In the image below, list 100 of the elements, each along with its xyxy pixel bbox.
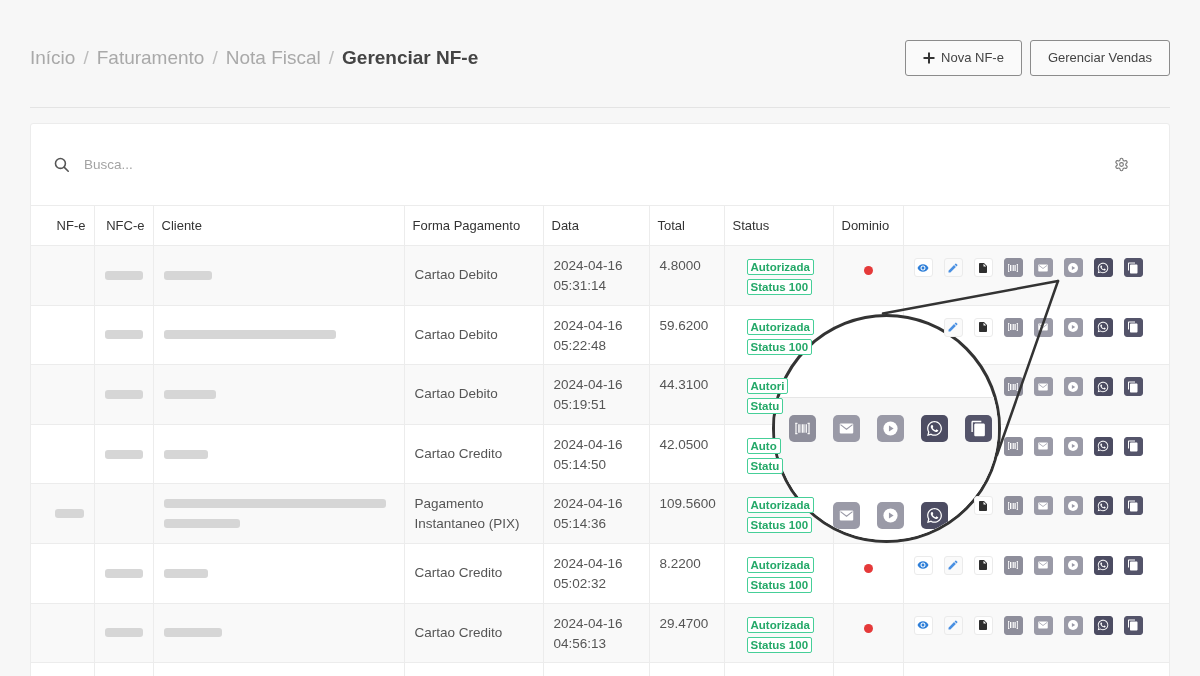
status-badge: Autori bbox=[746, 378, 789, 395]
search-icon bbox=[53, 156, 70, 173]
document-icon bbox=[977, 499, 989, 512]
column-header: Cliente bbox=[153, 205, 404, 246]
phone-bubble-icon bbox=[1097, 619, 1109, 632]
play-icon bbox=[1067, 440, 1079, 453]
play-button[interactable] bbox=[1063, 555, 1083, 575]
view-button[interactable] bbox=[913, 258, 933, 277]
table-cell: 109.5600 bbox=[649, 483, 724, 544]
play-button[interactable] bbox=[1063, 317, 1083, 337]
copy-button[interactable] bbox=[1123, 615, 1143, 635]
pencil-icon bbox=[947, 559, 959, 572]
table-cell: Pagamento Instantaneo (PIX) bbox=[404, 483, 543, 544]
table-cell: Cartao Credito bbox=[404, 424, 543, 484]
table-cell: 8.2200 bbox=[649, 543, 724, 604]
message-button[interactable] bbox=[1093, 258, 1113, 277]
plus-icon bbox=[923, 51, 936, 64]
barcode-icon bbox=[1007, 321, 1019, 334]
table-cell: 2024-04-16 05:19:51 bbox=[543, 364, 649, 425]
table-cell: 2024-04-16 05:31:14 bbox=[543, 245, 649, 306]
table-cell: Cartao Debito bbox=[404, 245, 543, 306]
breadcrumb-link[interactable]: Nota Fiscal bbox=[225, 46, 321, 69]
document-button[interactable] bbox=[973, 496, 993, 516]
table-cell: 2024-04-16 05:22:48 bbox=[543, 305, 649, 365]
barcode-icon bbox=[1007, 619, 1019, 632]
settings-icon[interactable] bbox=[1114, 157, 1129, 172]
column-header: Status bbox=[724, 205, 833, 246]
document-button[interactable] bbox=[973, 555, 993, 575]
document-button[interactable] bbox=[973, 317, 993, 337]
edit-button[interactable] bbox=[943, 555, 963, 575]
play-button[interactable] bbox=[1063, 377, 1083, 397]
message-button[interactable] bbox=[1093, 615, 1113, 635]
play-button[interactable] bbox=[1063, 496, 1083, 516]
mail-icon bbox=[1037, 440, 1049, 453]
status-badge: Status 100 bbox=[746, 636, 813, 653]
mail-icon bbox=[1037, 321, 1049, 334]
status-badge: Autorizada bbox=[746, 556, 814, 573]
message-button[interactable] bbox=[1093, 377, 1113, 397]
play-icon bbox=[876, 501, 904, 529]
phone-bubble-icon bbox=[1097, 499, 1109, 512]
mail-icon bbox=[1037, 619, 1049, 632]
status-badge: Status 100 bbox=[746, 576, 813, 593]
pencil-icon bbox=[947, 261, 959, 274]
status-badge: Autorizada bbox=[746, 318, 814, 335]
barcode-icon bbox=[1007, 440, 1019, 453]
play-icon bbox=[1067, 380, 1079, 393]
document-button[interactable] bbox=[973, 615, 993, 635]
table-cell: 44.3100 bbox=[649, 364, 724, 425]
search-field[interactable]: Busca... bbox=[84, 153, 1100, 176]
play-button[interactable] bbox=[1063, 258, 1083, 277]
breadcrumb-separator: / bbox=[212, 46, 218, 69]
copy-icon bbox=[1127, 321, 1139, 334]
view-button[interactable] bbox=[913, 555, 933, 575]
message-button[interactable] bbox=[1093, 317, 1113, 337]
document-button[interactable] bbox=[973, 258, 993, 277]
breadcrumb-current: Gerenciar NF-e bbox=[342, 46, 479, 69]
status-badge: Autorizada bbox=[746, 259, 814, 275]
edit-button[interactable] bbox=[943, 615, 963, 635]
status-badge: Autorizada bbox=[746, 616, 814, 633]
edit-button[interactable] bbox=[943, 258, 963, 277]
copy-button[interactable] bbox=[1123, 317, 1143, 337]
breadcrumb-link[interactable]: Início bbox=[30, 46, 76, 69]
column-header: Dominio bbox=[833, 205, 903, 246]
phone-bubble-icon bbox=[1097, 321, 1109, 334]
table-cell: Cartao Credito bbox=[404, 543, 543, 604]
phone-bubble-icon bbox=[920, 501, 948, 529]
new-button[interactable]: Nova NF-e bbox=[905, 39, 1022, 76]
phone-bubble-icon bbox=[1097, 559, 1109, 572]
barcode-button[interactable] bbox=[1003, 377, 1023, 397]
document-icon bbox=[977, 559, 989, 572]
breadcrumb-separator: / bbox=[83, 46, 89, 69]
table-cell: 2024-04-16 05:14:36 bbox=[543, 483, 649, 544]
breadcrumb-separator: / bbox=[328, 46, 335, 69]
breadcrumb-link[interactable]: Faturamento bbox=[96, 46, 205, 69]
copy-button[interactable] bbox=[1123, 555, 1143, 575]
manage-button[interactable]: Gerenciar Vendas bbox=[1029, 39, 1170, 76]
play-icon bbox=[1067, 321, 1079, 334]
phone-bubble-icon bbox=[1097, 440, 1109, 453]
play-button[interactable] bbox=[1063, 436, 1083, 456]
barcode-icon bbox=[1007, 499, 1019, 512]
barcode-icon bbox=[1007, 380, 1019, 393]
table-cell: 2024-04-16 04:56:13 bbox=[543, 603, 649, 663]
play-icon bbox=[1067, 499, 1079, 512]
status-badge: Auto bbox=[746, 437, 781, 454]
play-button[interactable] bbox=[1063, 615, 1083, 635]
mail-icon bbox=[832, 414, 860, 442]
message-button[interactable] bbox=[1093, 496, 1113, 516]
copy-button[interactable] bbox=[1123, 436, 1143, 456]
copy-button[interactable] bbox=[1123, 258, 1143, 277]
status-badge: Autorizada bbox=[746, 497, 814, 514]
message-button[interactable] bbox=[1093, 555, 1113, 575]
pencil-icon bbox=[947, 619, 959, 632]
copy-button[interactable] bbox=[1123, 496, 1143, 516]
message-button[interactable] bbox=[1093, 436, 1113, 456]
edit-button[interactable] bbox=[943, 317, 963, 337]
copy-button[interactable] bbox=[1123, 377, 1143, 397]
eye-icon bbox=[917, 261, 929, 274]
table-cell: 42.0500 bbox=[649, 424, 724, 484]
status-badge: Statu bbox=[746, 398, 784, 415]
view-button[interactable] bbox=[913, 615, 933, 635]
